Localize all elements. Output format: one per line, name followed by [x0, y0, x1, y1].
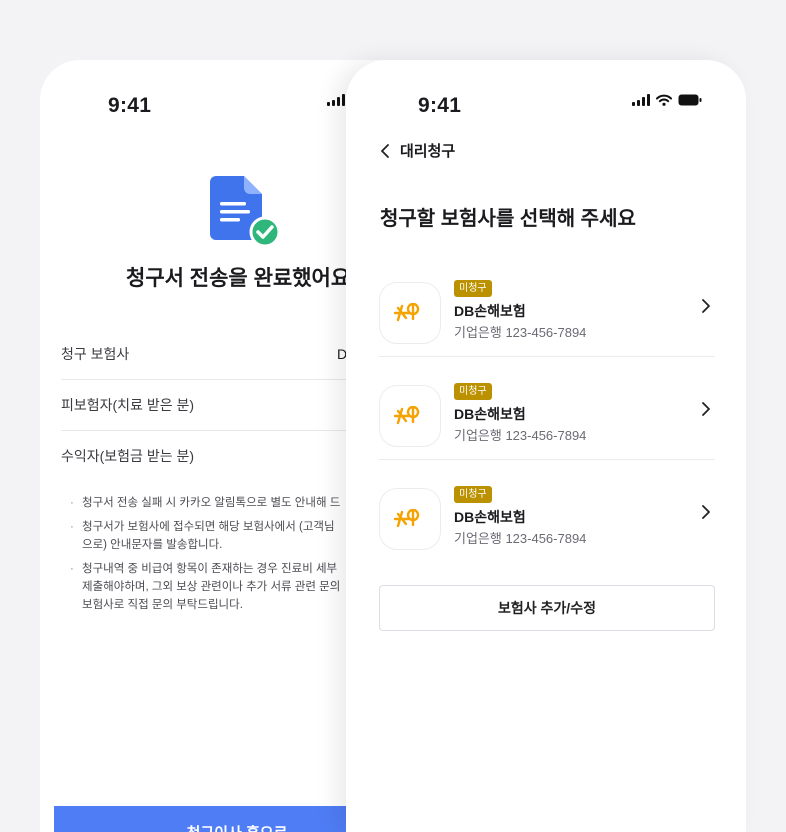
status-icons: [327, 94, 345, 106]
chevron-right-icon: [702, 299, 710, 313]
kb-logo-icon: [393, 303, 420, 322]
insurer-item[interactable]: 미청구 DB손해보험 기업은행 123-456-7894: [379, 254, 715, 357]
status-time: 9:41: [108, 94, 152, 117]
document-check-icon: [208, 172, 284, 248]
status-icons: [632, 94, 702, 106]
status-time: 9:41: [418, 94, 462, 117]
insurer-logo: [379, 488, 441, 550]
insurer-account: 기업은행 123-456-7894: [454, 428, 587, 443]
chevron-right-icon: [702, 505, 710, 519]
select-insurer-screen: 9:41 대리청구 청구할 보험사를 선택해 주세요 미청구 DB손해보험 기업…: [346, 60, 746, 832]
insurer-account: 기업은행 123-456-7894: [454, 325, 587, 340]
insurer-item[interactable]: 미청구 DB손해보험 기업은행 123-456-7894: [379, 357, 715, 460]
insurer-account: 기업은행 123-456-7894: [454, 531, 587, 546]
info-label: 피보험자(치료 받은 분): [61, 396, 195, 413]
insurer-name: DB손해보험: [454, 406, 526, 422]
battery-icon: [678, 94, 702, 106]
unclaimed-badge: 미청구: [454, 383, 492, 400]
info-label: 청구 보험사: [61, 345, 130, 362]
chevron-left-icon: [381, 143, 389, 158]
completion-title: 청구서 전송을 완료했어요: [126, 267, 351, 290]
add-edit-insurer-button[interactable]: 보험사 추가/수정: [379, 585, 715, 631]
insurer-name: DB손해보험: [454, 303, 526, 319]
page-title: 청구할 보험사를 선택해 주세요: [380, 208, 636, 230]
insurer-logo: [379, 385, 441, 447]
insurer-item[interactable]: 미청구 DB손해보험 기업은행 123-456-7894: [379, 460, 715, 562]
unclaimed-badge: 미청구: [454, 486, 492, 503]
insurer-logo: [379, 282, 441, 344]
insurer-name: DB손해보험: [454, 509, 526, 525]
back-button[interactable]: 대리청구: [380, 140, 455, 161]
kb-logo-icon: [393, 406, 420, 425]
back-label: 대리청구: [400, 143, 456, 160]
wifi-icon: [656, 94, 672, 106]
info-label: 수익자(보험금 받는 분): [61, 447, 195, 464]
chevron-right-icon: [702, 402, 710, 416]
signal-icon: [327, 94, 345, 106]
kb-logo-icon: [393, 509, 420, 528]
signal-icon: [632, 94, 650, 106]
unclaimed-badge: 미청구: [454, 280, 492, 297]
